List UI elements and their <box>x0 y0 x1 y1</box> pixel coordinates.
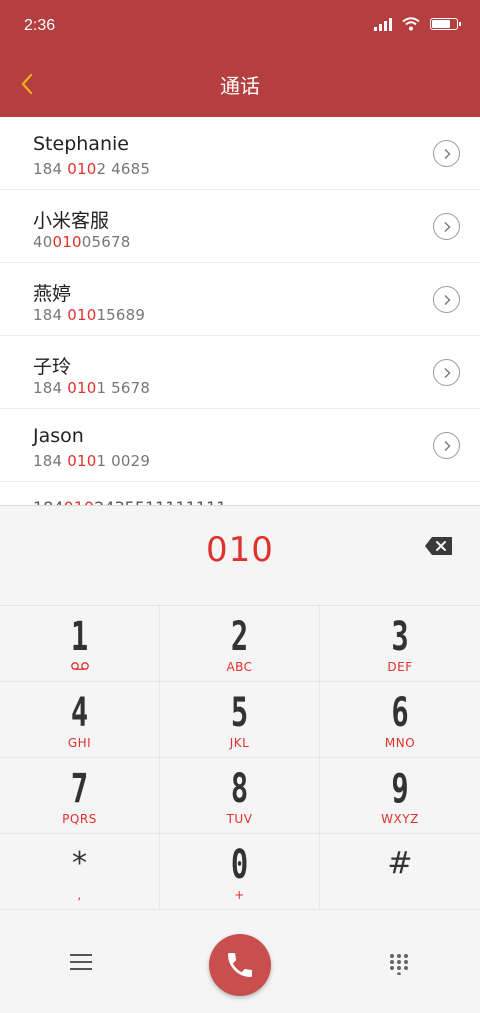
key-4[interactable]: 4 GHI <box>0 682 160 758</box>
dialer-bottom-bar <box>0 909 480 1013</box>
key-0[interactable]: 0 + <box>160 834 320 910</box>
phone-icon <box>228 953 252 977</box>
list-item[interactable]: 子玲 184 0101 5678 <box>0 336 480 409</box>
app-header: 2:36 通话 <box>0 0 480 117</box>
battery-icon <box>430 18 461 30</box>
key-8[interactable]: 8 TUV <box>160 758 320 834</box>
contact-number: 184 01015689 <box>33 306 146 324</box>
status-time: 2:36 <box>24 17 56 34</box>
list-item[interactable]: 1840102435511111111 <box>0 482 480 505</box>
key-7[interactable]: 7 PQRS <box>0 758 160 834</box>
key-1[interactable]: 1 <box>0 606 160 682</box>
wifi-icon <box>402 17 420 31</box>
list-item[interactable]: 燕婷 184 01015689 <box>0 263 480 336</box>
key-2[interactable]: 2 ABC <box>160 606 320 682</box>
contact-name: 燕婷 <box>33 283 72 305</box>
chevron-right-icon <box>444 149 451 159</box>
contact-name: Jason <box>33 425 84 447</box>
key-9[interactable]: 9 WXYZ <box>320 758 480 834</box>
contact-number: 1840102435511111111 <box>33 498 226 505</box>
status-bar: 2:36 <box>0 0 480 52</box>
dialer-panel: 010 1 2 ABC 3 DEF 4 GHI 5 JKL 6 MNO 7 PQ… <box>0 505 480 1013</box>
list-item[interactable]: Jason 184 0101 0029 <box>0 409 480 482</box>
chevron-right-icon <box>444 222 451 232</box>
contact-list[interactable]: Stephanie 184 0102 4685 小米客服 4001005678 … <box>0 117 480 505</box>
contact-number: 184 0102 4685 <box>33 160 151 178</box>
menu-icon[interactable] <box>70 954 92 972</box>
key-hash[interactable]: # <box>320 834 480 910</box>
list-item[interactable]: 小米客服 4001005678 <box>0 190 480 263</box>
list-item[interactable]: Stephanie 184 0102 4685 <box>0 117 480 190</box>
detail-button[interactable] <box>433 286 460 313</box>
contact-number: 184 0101 5678 <box>33 379 151 397</box>
signal-icon <box>374 17 392 31</box>
chevron-right-icon <box>444 295 451 305</box>
contact-number: 4001005678 <box>33 233 131 251</box>
keypad: 1 2 ABC 3 DEF 4 GHI 5 JKL 6 MNO 7 PQRS 8… <box>0 605 480 910</box>
contact-name: 子玲 <box>33 356 72 378</box>
detail-button[interactable] <box>433 359 460 386</box>
detail-button[interactable] <box>433 432 460 459</box>
key-3[interactable]: 3 DEF <box>320 606 480 682</box>
battery-level <box>432 20 450 28</box>
title-bar: 通话 <box>0 52 480 117</box>
contact-name: Stephanie <box>33 133 129 155</box>
chevron-right-icon <box>444 368 451 378</box>
contact-name: 小米客服 <box>33 210 110 232</box>
detail-button[interactable] <box>433 140 460 167</box>
key-5[interactable]: 5 JKL <box>160 682 320 758</box>
voicemail-icon <box>71 662 89 670</box>
status-icons <box>374 17 461 31</box>
detail-button[interactable] <box>433 213 460 240</box>
dialpad-icon[interactable] <box>388 953 410 975</box>
key-6[interactable]: 6 MNO <box>320 682 480 758</box>
chevron-right-icon <box>444 441 451 451</box>
dial-input[interactable]: 010 <box>0 530 480 570</box>
key-star[interactable]: * , <box>0 834 160 910</box>
page-title: 通话 <box>220 74 260 98</box>
call-button[interactable] <box>209 934 271 996</box>
contact-number: 184 0101 0029 <box>33 452 151 470</box>
dial-input-row: 010 <box>0 506 480 605</box>
backspace-icon[interactable] <box>424 536 454 556</box>
